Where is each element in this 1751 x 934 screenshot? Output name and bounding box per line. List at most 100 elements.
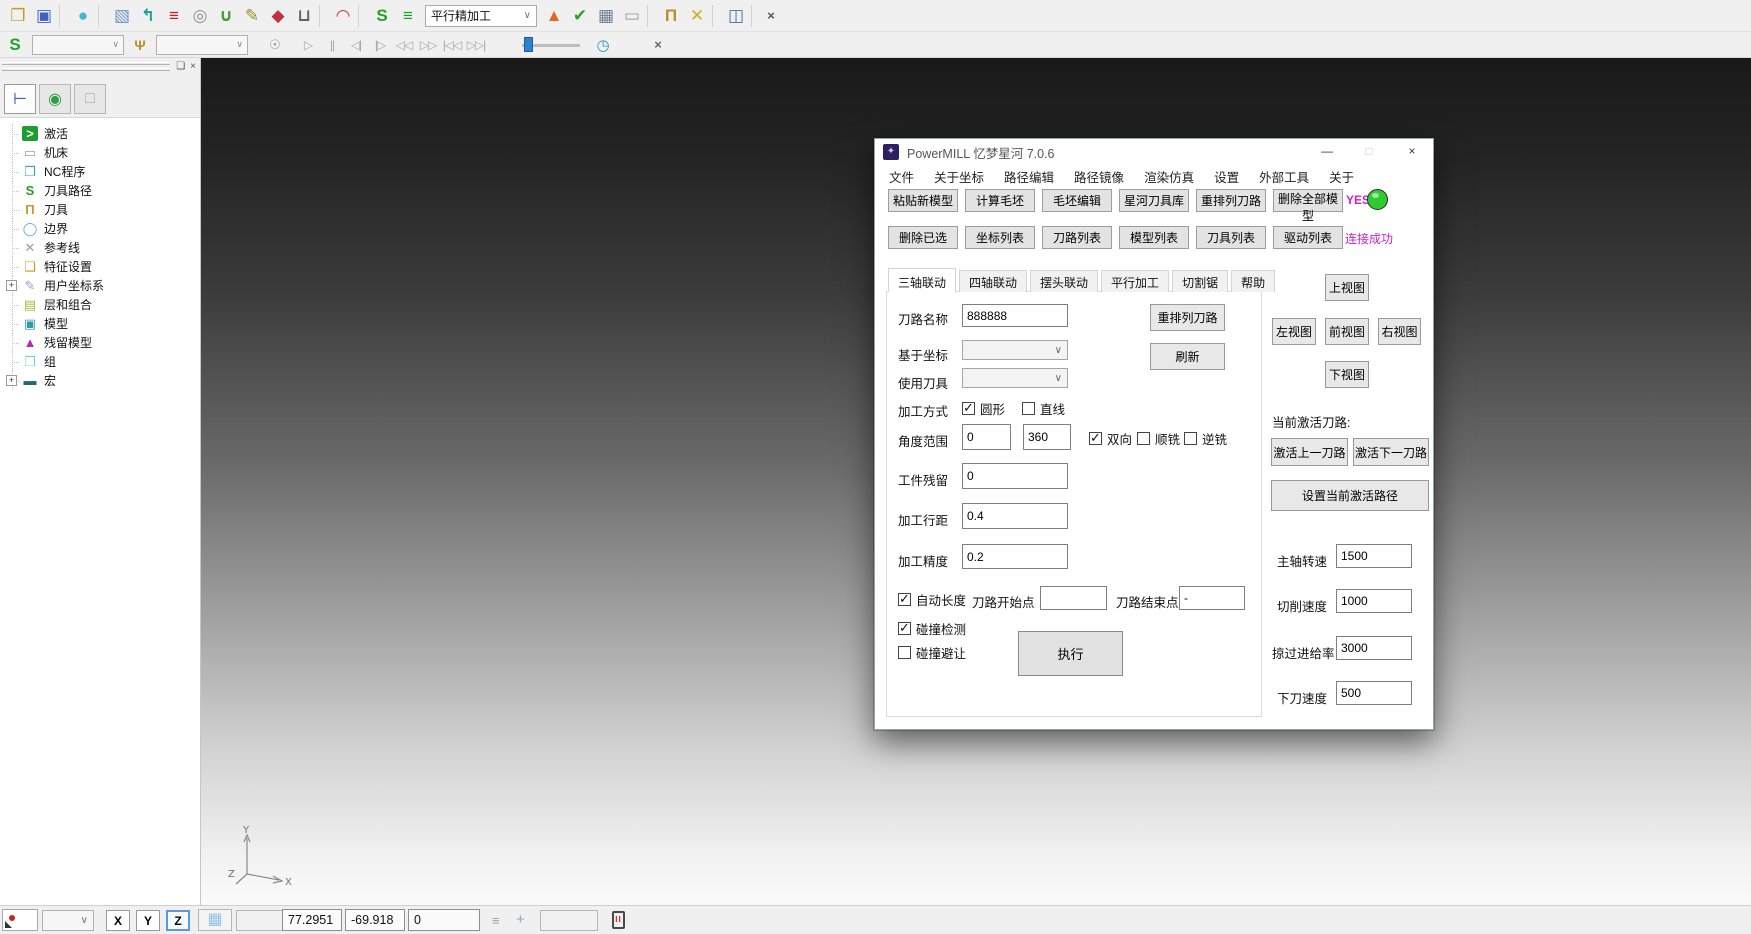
transform-toolpath-icon[interactable]: ✕ <box>684 3 710 29</box>
close-button[interactable]: × <box>1397 144 1427 158</box>
dialog-menu-item[interactable]: 文件 <box>879 165 924 188</box>
conventional-mill-checkbox[interactable]: ✓ 逆铣 <box>1184 429 1227 448</box>
grid-snap-button[interactable]: ▦ <box>198 909 232 931</box>
view-front-button[interactable]: 前视图 <box>1325 318 1369 345</box>
angle-to-input[interactable] <box>1023 424 1071 450</box>
tree-item[interactable]: ❒ 组 <box>0 352 200 371</box>
strategy-list-icon[interactable]: ≡ <box>395 3 421 29</box>
toolpath-start-input[interactable] <box>1040 586 1107 610</box>
dialog-toolbar-button[interactable]: 刀具列表 <box>1196 226 1266 249</box>
dialog-menu-item[interactable]: 路径编辑 <box>994 165 1064 188</box>
spindle-speed-input[interactable] <box>1336 544 1412 568</box>
dialog-toolbar-button[interactable]: 模型列表 <box>1119 226 1189 249</box>
dialog-toolbar-button[interactable]: 坐标列表 <box>965 226 1035 249</box>
dialog-toolbar-button[interactable]: 粘贴新模型 <box>888 189 958 212</box>
tree-item[interactable]: ❑ 特征设置 <box>0 257 200 276</box>
bidirectional-checkbox[interactable]: ✓ 双向 <box>1089 429 1132 448</box>
go-to-end-button[interactable]: ▷▷| <box>466 35 486 55</box>
toolpath-end-input[interactable] <box>1179 586 1245 610</box>
shaded-view-icon[interactable]: ● <box>70 3 96 29</box>
tree-item[interactable]: S 刀具路径 <box>0 181 200 200</box>
dialog-tab[interactable]: 帮助 <box>1231 270 1275 292</box>
dialog-tab[interactable]: 摆头联动 <box>1030 270 1098 292</box>
dialog-toolbar-button[interactable]: 毛坯编辑 <box>1042 189 1112 212</box>
plunge-speed-input[interactable] <box>1336 681 1412 705</box>
activate-next-toolpath-button[interactable]: 激活下一刀路 <box>1353 438 1429 466</box>
tree-item[interactable]: ▭ 机床 <box>0 143 200 162</box>
rewind-button[interactable]: ◁◁ <box>394 35 414 55</box>
tree-item[interactable]: ✕ 参考线 <box>0 238 200 257</box>
go-to-start-button[interactable]: |◁◁ <box>442 35 462 55</box>
expand-toggle[interactable]: + <box>6 280 17 291</box>
tree-item[interactable]: ▣ 模型 <box>0 314 200 333</box>
view-bottom-button[interactable]: 下视图 <box>1325 361 1369 388</box>
curve-editor-icon[interactable]: ✎ <box>239 3 265 29</box>
dialog-toolbar-button[interactable]: 计算毛坯 <box>965 189 1035 212</box>
explorer-trash-tab[interactable]: □ <box>74 84 106 114</box>
feeds-speeds-icon[interactable]: ◎ <box>187 3 213 29</box>
leads-links-icon[interactable]: ◠ <box>330 3 356 29</box>
line-checkbox[interactable]: ✓ 直线 <box>1022 399 1065 418</box>
auto-length-checkbox[interactable]: ✓ 自动长度 <box>898 590 966 609</box>
axis-lock-button[interactable]: Y <box>136 910 160 931</box>
execute-button[interactable]: 执行 <box>1018 631 1123 676</box>
separator[interactable] <box>647 5 656 27</box>
explorer-tree-tab[interactable]: ⊢ <box>4 84 36 114</box>
simulation-speed-slider[interactable] <box>522 37 580 53</box>
maximize-button[interactable]: □ <box>1354 144 1384 158</box>
fast-forward-button[interactable]: ▷▷ <box>418 35 438 55</box>
tree-item[interactable]: + ✎ 用户坐标系 <box>0 276 200 295</box>
dialog-toolbar-button[interactable]: 删除已选 <box>888 226 958 249</box>
stepover-input[interactable] <box>962 503 1068 529</box>
view-top-button[interactable]: 上视图 <box>1325 274 1369 301</box>
toolbar-close-icon[interactable]: × <box>762 3 780 29</box>
separator[interactable] <box>319 5 328 27</box>
tree-item[interactable]: ▤ 层和组合 <box>0 295 200 314</box>
save-project-icon[interactable]: ▣ <box>31 3 57 29</box>
dialog-tab[interactable]: 四轴联动 <box>959 270 1027 292</box>
calculator-icon[interactable]: ▦ <box>593 3 619 29</box>
dialog-menu-item[interactable]: 路径镜像 <box>1064 165 1134 188</box>
climb-mill-checkbox[interactable]: ✓ 顺铣 <box>1137 429 1180 448</box>
rearrange-toolpath-button[interactable]: 重排列刀路 <box>1150 304 1225 331</box>
lightbulb-icon[interactable]: ☉ <box>262 32 288 58</box>
simulation-clock-icon[interactable]: ◷ <box>590 32 616 58</box>
dialog-toolbar-button[interactable]: 刀路列表 <box>1042 226 1112 249</box>
simulation-toolpath-combobox[interactable]: ∨ <box>32 35 124 55</box>
dialog-toolbar-button[interactable]: 重排列刀路 <box>1196 189 1266 212</box>
dialog-toolbar-button[interactable]: 驱动列表 <box>1273 226 1343 249</box>
tree-item[interactable]: ❒ NC程序 <box>0 162 200 181</box>
separator[interactable] <box>59 5 68 27</box>
set-current-active-path-button[interactable]: 设置当前激活路径 <box>1271 480 1429 511</box>
explorer-globe-tab[interactable]: ◉ <box>39 84 71 114</box>
tool-pair-icon[interactable]: Π <box>658 3 684 29</box>
tree-item[interactable]: ◯ 边界 <box>0 219 200 238</box>
base-coordinate-select[interactable]: ∨ <box>962 340 1068 360</box>
dialog-menu-item[interactable]: 关于 <box>1319 165 1364 188</box>
collision-check-icon[interactable]: ◫ <box>723 3 749 29</box>
tool-levels-icon[interactable]: ≡ <box>161 3 187 29</box>
collision-check-checkbox[interactable]: ✓ 碰撞检测 <box>898 619 966 638</box>
toolpath-verify-icon[interactable]: ▲ <box>541 3 567 29</box>
angle-from-input[interactable] <box>962 424 1011 450</box>
draw-color-widget[interactable] <box>2 909 38 931</box>
step-forward-button[interactable]: |▷ <box>370 35 390 55</box>
dialog-menu-item[interactable]: 渲染仿真 <box>1134 165 1204 188</box>
coordinate-list-icon[interactable]: ≡ <box>492 913 500 928</box>
step-back-button[interactable]: ◁| <box>346 35 366 55</box>
separator[interactable] <box>98 5 107 27</box>
slider-handle[interactable] <box>524 37 533 52</box>
separator[interactable] <box>751 5 760 27</box>
move-cursor-icon[interactable]: + <box>516 911 525 928</box>
dialog-menu-item[interactable]: 设置 <box>1204 165 1249 188</box>
cutting-feed-input[interactable] <box>1336 589 1412 613</box>
dialog-tab[interactable]: 切割锯 <box>1172 270 1228 292</box>
tree-item[interactable]: > 激活 <box>0 124 200 143</box>
dialog-toolbar-button[interactable]: 星河刀具库 <box>1119 189 1189 212</box>
separator[interactable] <box>358 5 367 27</box>
status-combobox[interactable]: ∨ <box>42 910 94 931</box>
use-tool-select[interactable]: ∨ <box>962 368 1068 388</box>
graphics-viewport[interactable]: Y X Z ✦ PowerMILL 忆梦星河 7.0.6 — □ × 文件 关于… <box>201 58 1751 905</box>
simulation-tool-combobox[interactable]: ∨ <box>156 35 248 55</box>
device-pause-icon[interactable]: II <box>612 911 625 929</box>
